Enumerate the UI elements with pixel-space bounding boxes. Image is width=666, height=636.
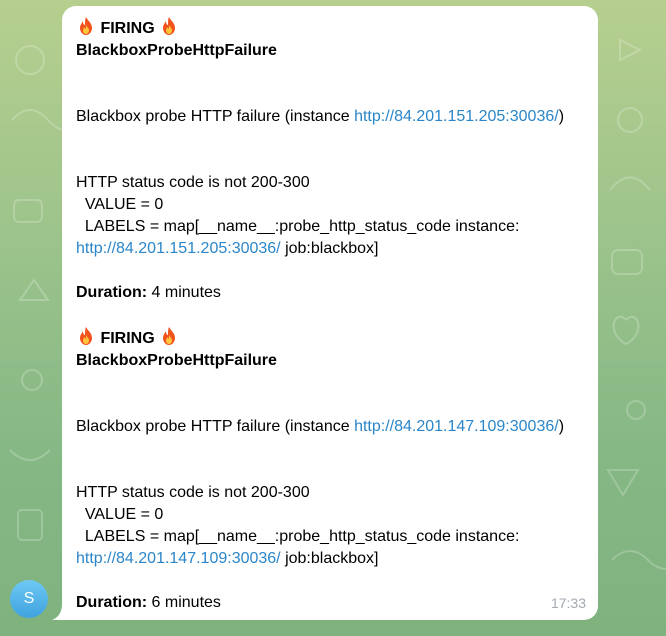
alert-status-line: FIRING xyxy=(76,16,584,40)
summary-text: Blackbox probe HTTP failure (instance xyxy=(76,418,355,435)
message-timestamp: 17:33 xyxy=(550,595,586,611)
alert-name: BlackboxProbeHttpFailure xyxy=(76,352,277,369)
instance-link[interactable]: http://84.201.151.205:30036/ xyxy=(76,240,281,257)
alert-labels-continued: http://84.201.147.109:30036/ job:blackbo… xyxy=(76,548,584,570)
alert-block: FIRING BlackboxProbeHttpFailure Blackbox… xyxy=(76,16,584,304)
alert-labels: LABELS = map[__name__:probe_http_status_… xyxy=(76,528,520,545)
summary-text: Blackbox probe HTTP failure (instance xyxy=(76,108,355,125)
duration-label: Duration: xyxy=(76,594,148,611)
fire-icon xyxy=(159,326,179,346)
duration-value: 4 minutes xyxy=(147,284,221,301)
alert-status: FIRING xyxy=(100,330,155,347)
message-bubble[interactable]: FIRING BlackboxProbeHttpFailure Blackbox… xyxy=(62,6,598,620)
alert-summary: Blackbox probe HTTP failure (instance ht… xyxy=(76,416,584,438)
fire-icon xyxy=(76,326,96,346)
sender-avatar[interactable]: S xyxy=(10,580,48,618)
fire-icon xyxy=(76,16,96,36)
alert-detail-title: HTTP status code is not 200-300 xyxy=(76,174,310,191)
duration-label: Duration: xyxy=(76,284,148,301)
instance-link[interactable]: http://84.201.147.109:30036/ xyxy=(76,550,281,567)
alert-value: VALUE = 0 xyxy=(76,506,164,523)
alert-block: FIRING BlackboxProbeHttpFailure Blackbox… xyxy=(76,326,584,614)
fire-icon xyxy=(159,16,179,36)
alert-value: VALUE = 0 xyxy=(76,196,164,213)
labels-suffix: job:blackbox] xyxy=(280,550,379,567)
alert-duration: Duration: 4 minutes xyxy=(76,282,584,304)
summary-suffix: ) xyxy=(558,108,565,125)
duration-value: 6 minutes xyxy=(147,594,221,611)
labels-suffix: job:blackbox] xyxy=(280,240,379,257)
alert-status-line: FIRING xyxy=(76,326,584,350)
alert-labels-continued: http://84.201.151.205:30036/ job:blackbo… xyxy=(76,238,584,260)
instance-link[interactable]: http://84.201.147.109:30036/ xyxy=(354,418,559,435)
alert-duration: Duration: 6 minutes xyxy=(76,592,584,614)
alert-name: BlackboxProbeHttpFailure xyxy=(76,42,277,59)
alert-detail-title: HTTP status code is not 200-300 xyxy=(76,484,310,501)
instance-link[interactable]: http://84.201.151.205:30036/ xyxy=(354,108,559,125)
summary-suffix: ) xyxy=(558,418,565,435)
alert-status: FIRING xyxy=(100,20,155,37)
alert-summary: Blackbox probe HTTP failure (instance ht… xyxy=(76,106,584,128)
alert-labels: LABELS = map[__name__:probe_http_status_… xyxy=(76,218,520,235)
